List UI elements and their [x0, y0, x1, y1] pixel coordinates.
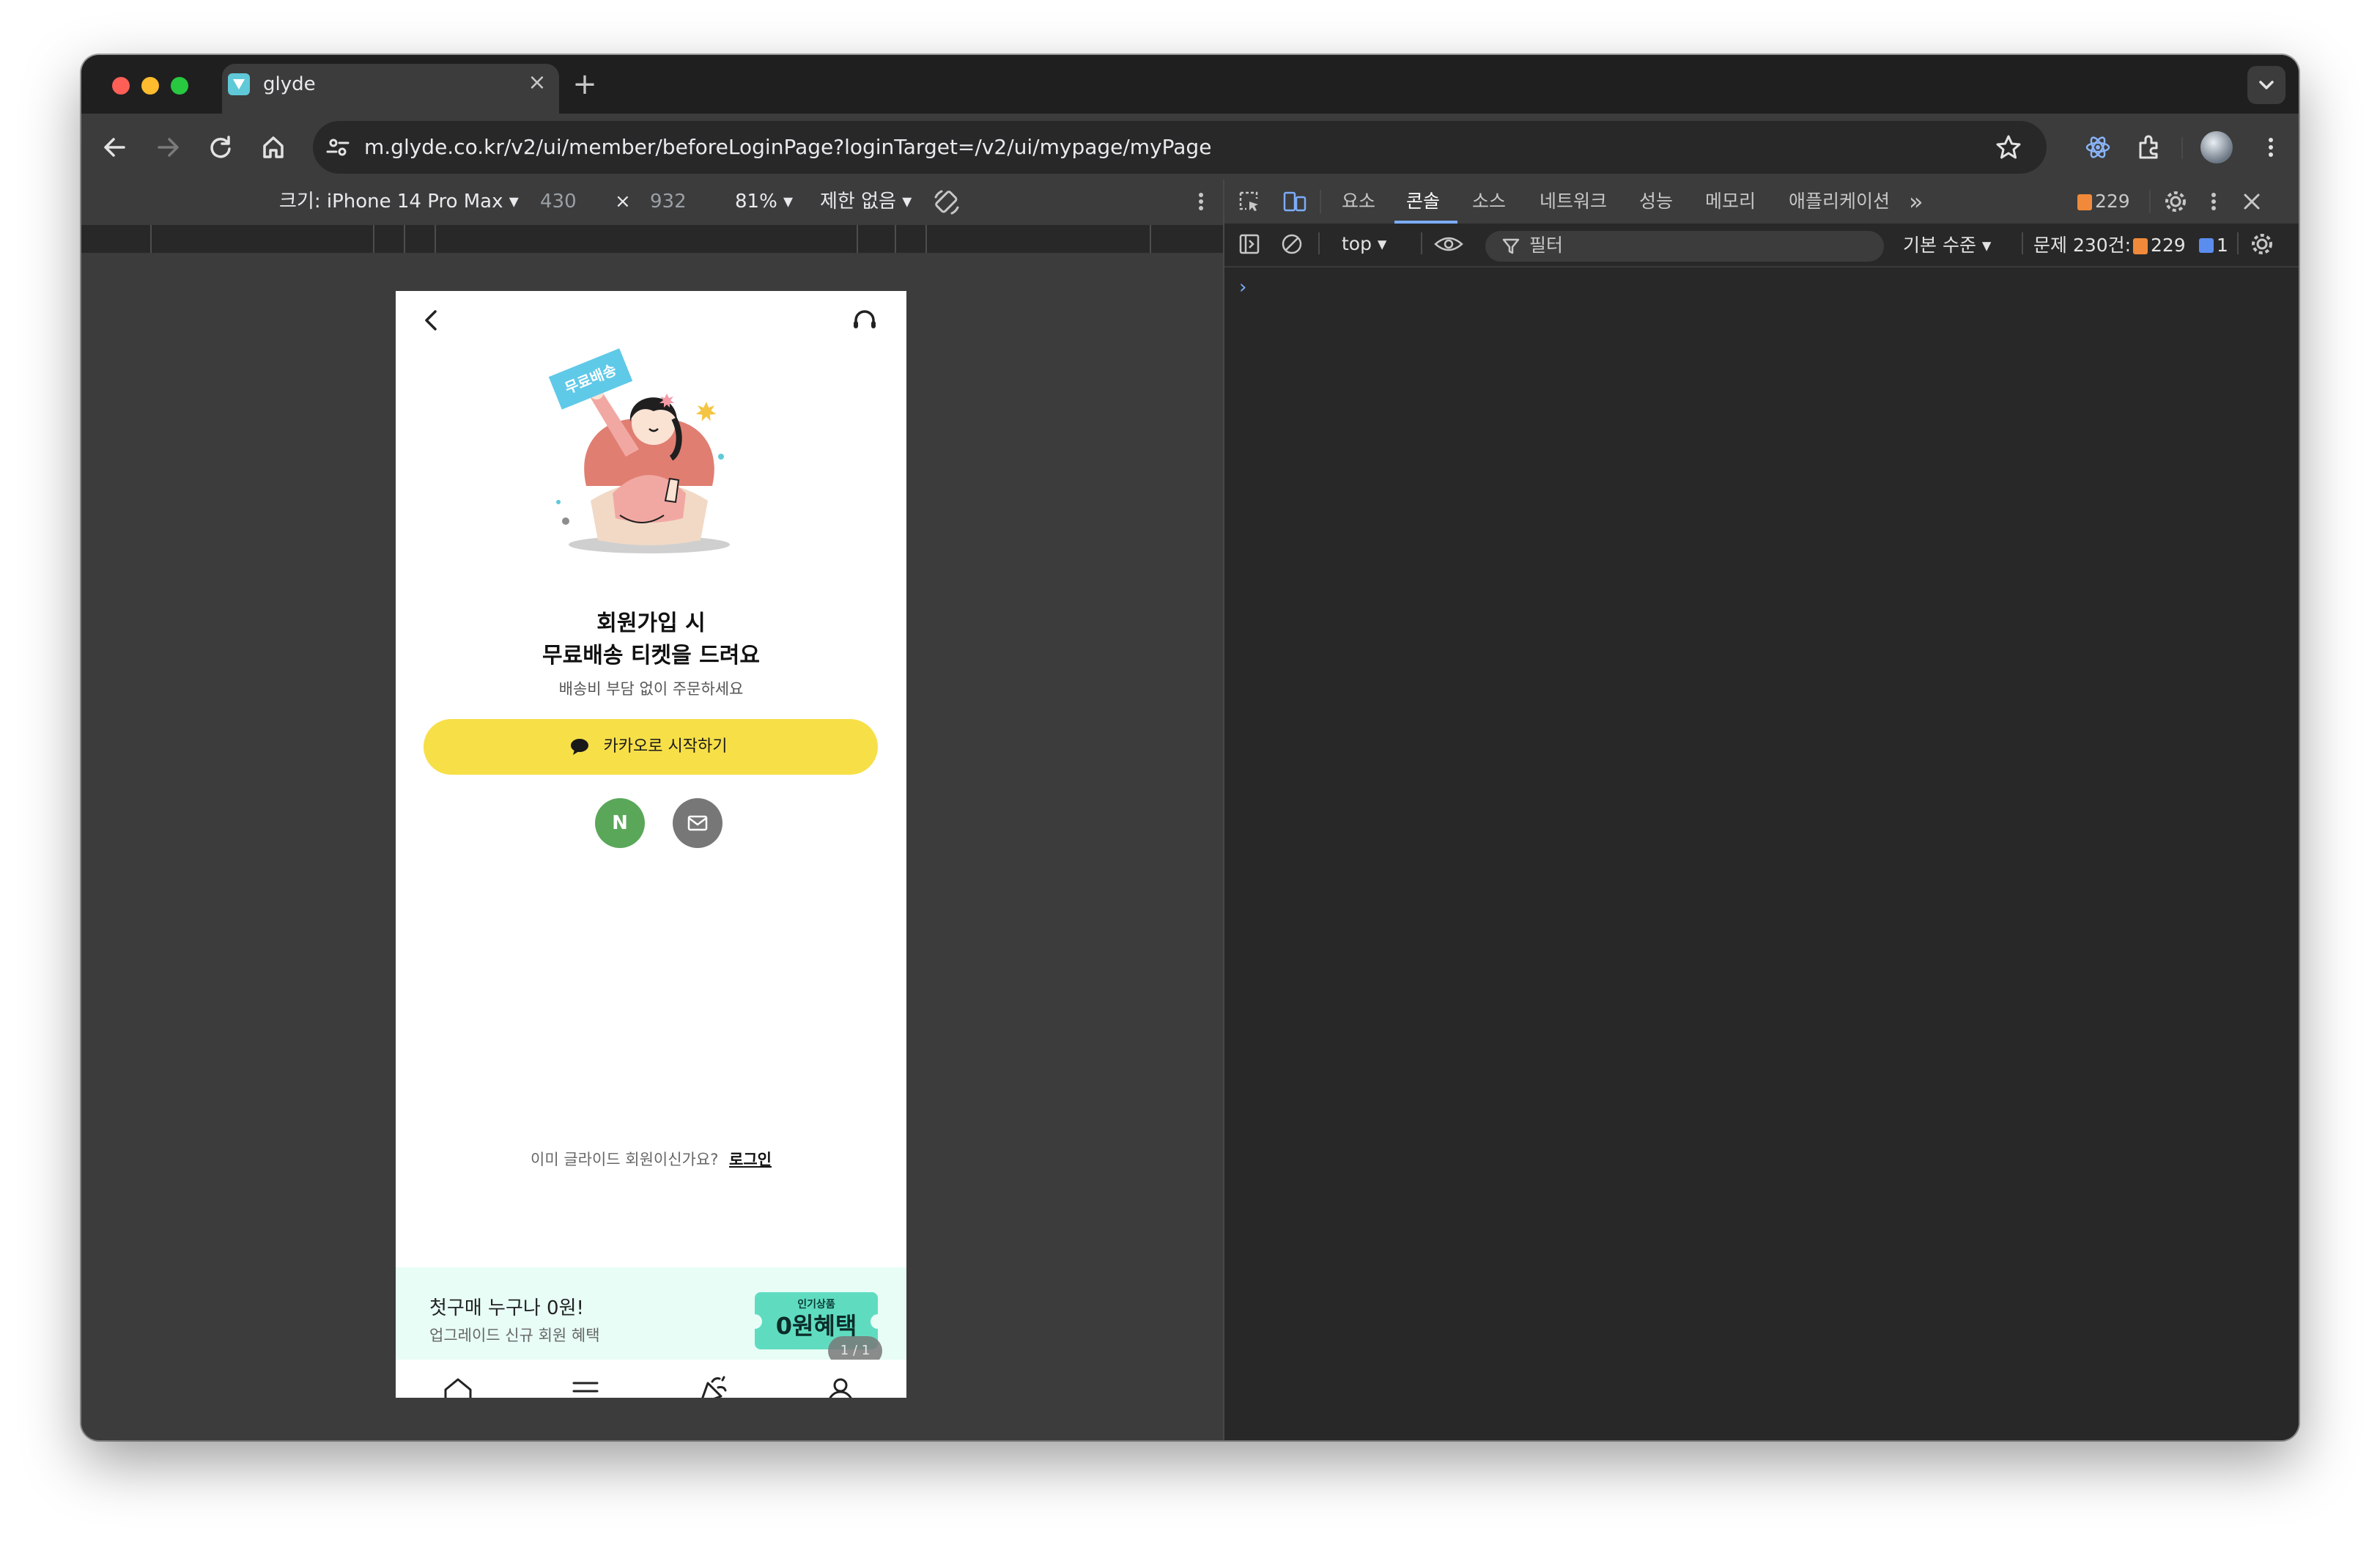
headline-line-1: 회원가입 시 — [596, 611, 706, 636]
favicon-icon — [228, 73, 250, 95]
ticket-top-text: 인기상품 — [797, 1299, 835, 1311]
device-height-input[interactable]: 932 — [650, 187, 687, 216]
kakao-login-label: 카카오로 시작하기 — [603, 737, 728, 756]
naver-login-button[interactable]: N — [595, 798, 645, 848]
ruler-tick — [404, 225, 405, 253]
devtools-settings-icon[interactable] — [2161, 187, 2190, 216]
extensions-icon[interactable] — [2133, 131, 2165, 163]
minimize-window-button[interactable] — [141, 77, 159, 95]
login-link[interactable]: 로그인 — [729, 1151, 772, 1168]
ruler-tick — [895, 225, 896, 253]
devtools-divider — [2237, 232, 2239, 254]
filter-funnel-icon — [1500, 235, 1522, 257]
devtools-close-icon[interactable] — [2237, 187, 2266, 216]
tab-sources[interactable]: 소스 — [1472, 185, 1506, 218]
devtools-divider — [1320, 190, 1321, 213]
tab-memory[interactable]: 메모리 — [1705, 185, 1756, 218]
profile-avatar[interactable] — [2200, 131, 2233, 163]
browser-window: glyde × + m.glyde.co.kr/v2/ui/member/bef… — [81, 55, 2299, 1440]
back-icon[interactable] — [96, 128, 134, 166]
forward-icon[interactable] — [149, 128, 187, 166]
warning-count[interactable]: 229 — [2095, 185, 2130, 218]
devtools-divider — [1421, 232, 1422, 254]
my-page-icon[interactable] — [822, 1373, 859, 1398]
menu-icon[interactable] — [567, 1373, 604, 1398]
email-login-button[interactable] — [673, 798, 722, 848]
device-select[interactable]: 크기: iPhone 14 Pro Max ▾ — [279, 187, 519, 216]
bottom-navigation — [396, 1360, 906, 1398]
clear-console-icon[interactable] — [1277, 229, 1307, 259]
tab-application[interactable]: 애플리케이션 — [1789, 185, 1890, 218]
tab-console[interactable]: 콘솔 — [1406, 185, 1440, 218]
headline-line-2: 무료배송 티켓을 드려요 — [542, 643, 760, 668]
headline-subtext: 배송비 부담 없이 주문하세요 — [558, 680, 744, 698]
site-settings-icon[interactable] — [323, 133, 352, 162]
warning-icon — [2077, 194, 2092, 210]
issues-warning-count[interactable]: 229 — [2151, 229, 2186, 262]
ruler-tick — [435, 225, 436, 253]
console-prompt[interactable]: › — [1239, 276, 1246, 298]
device-toolbar-menu-icon[interactable] — [1186, 187, 1216, 216]
zoom-select[interactable]: 81% ▾ — [735, 187, 793, 216]
issues-info-icon — [2199, 238, 2214, 253]
devtools-divider — [2022, 232, 2023, 254]
tab-performance[interactable]: 성능 — [1639, 185, 1673, 218]
reload-icon[interactable] — [202, 128, 240, 166]
ticket-notch — [747, 1314, 762, 1329]
sidebar-toggle-icon[interactable] — [1235, 229, 1264, 259]
promo-subtitle: 업그레이드 신규 회원 혜택 — [429, 1327, 600, 1344]
devtools-divider — [2149, 190, 2151, 213]
new-tab-button[interactable]: + — [566, 66, 603, 103]
already-member-row: 이미 글라이드 회원이신가요? 로그인 — [396, 1149, 906, 1171]
home-icon[interactable] — [254, 128, 292, 166]
back-arrow-icon[interactable] — [413, 303, 448, 338]
zoom-window-button[interactable] — [171, 77, 188, 95]
bookmark-star-icon[interactable] — [1992, 131, 2025, 163]
devtools-tabbar — [1224, 180, 2299, 224]
ruler-tick — [150, 225, 152, 253]
promo-title: 첫구매 누구나 0원! — [429, 1297, 584, 1319]
kakao-login-button[interactable]: 카카오로 시작하기 — [424, 719, 878, 775]
event-icon[interactable] — [695, 1373, 731, 1398]
log-level-select[interactable]: 기본 수준 ▾ — [1903, 229, 1991, 262]
device-width-input[interactable]: 430 — [540, 187, 577, 216]
context-select[interactable]: top ▾ — [1342, 228, 1386, 260]
tab-elements[interactable]: 요소 — [1342, 185, 1375, 218]
devtools-menu-icon[interactable] — [2199, 187, 2228, 216]
issues-warning-icon — [2133, 238, 2148, 254]
throttle-select[interactable]: 제한 없음 ▾ — [820, 187, 912, 216]
ruler-tick — [925, 225, 927, 253]
filter-placeholder: 필터 — [1529, 235, 1564, 256]
react-devtools-extension-icon[interactable] — [2082, 131, 2114, 163]
ruler-tick — [373, 225, 374, 253]
devtools-divider — [1318, 232, 1320, 254]
tab-network[interactable]: 네트워크 — [1540, 185, 1607, 218]
tab-title: glyde — [263, 73, 316, 95]
issues-label[interactable]: 문제 230건: — [2033, 229, 2131, 262]
inspect-element-icon[interactable] — [1235, 187, 1264, 216]
already-member-text: 이미 글라이드 회원이신가요? — [531, 1151, 719, 1168]
browser-menu-icon[interactable] — [2255, 131, 2287, 163]
tab-search-button[interactable] — [2247, 66, 2285, 104]
ruler-tick — [857, 225, 858, 253]
media-query-ruler — [81, 225, 1223, 253]
tab-close-icon[interactable]: × — [522, 68, 552, 97]
customer-service-icon[interactable] — [847, 303, 882, 338]
url-text[interactable]: m.glyde.co.kr/v2/ui/member/beforeLoginPa… — [364, 127, 1211, 168]
more-tabs-icon[interactable]: » — [1909, 185, 1923, 218]
ticket-notch — [871, 1314, 885, 1329]
toolbar-divider — [2181, 137, 2183, 159]
dimension-separator: × — [615, 191, 631, 213]
ruler-tick — [1150, 225, 1151, 253]
issues-info-count[interactable]: 1 — [2217, 229, 2228, 262]
console-settings-icon[interactable] — [2247, 229, 2277, 259]
device-toolbar-toggle-icon[interactable] — [1280, 187, 1309, 216]
mobile-page: 무료배송 회원가입 시 무료배송 티켓을 드려요 배송비 부담 없이 주문하세요… — [396, 291, 906, 1398]
close-window-button[interactable] — [112, 77, 130, 95]
rotate-icon[interactable] — [931, 187, 962, 218]
devtools-panel — [1223, 180, 2299, 1440]
home-icon[interactable] — [440, 1373, 476, 1398]
live-expression-eye-icon[interactable] — [1431, 229, 1466, 259]
